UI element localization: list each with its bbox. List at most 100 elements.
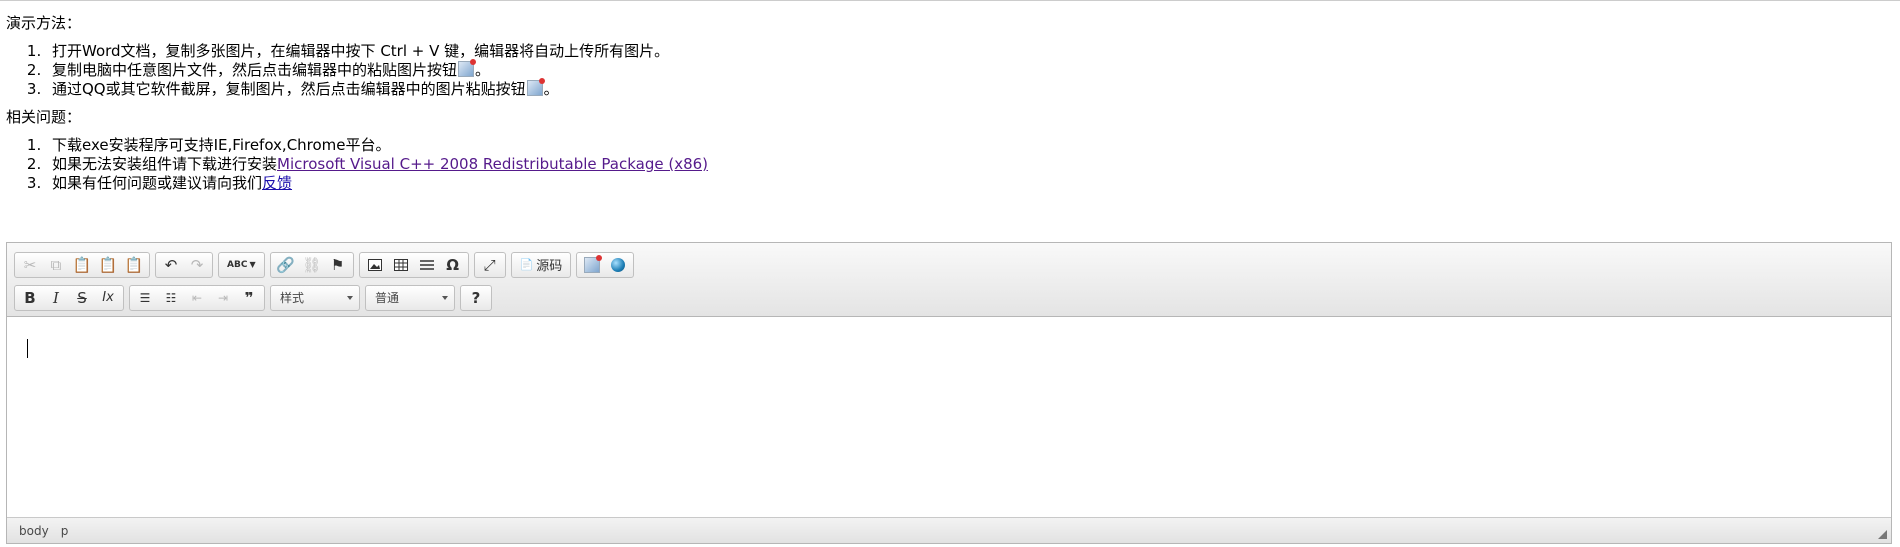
paste-image-icon bbox=[584, 254, 603, 273]
link-button[interactable]: 🔗 bbox=[273, 254, 299, 276]
anchor-button[interactable]: ⚑ bbox=[325, 254, 351, 276]
chevron-down-icon bbox=[347, 295, 353, 300]
faq-item-3: 如果有任何问题或建议请向我们反馈 bbox=[46, 174, 1886, 193]
chevron-down-icon: ▼ bbox=[249, 260, 256, 269]
copy-icon: ⧉ bbox=[50, 255, 62, 274]
undo-icon: ↶ bbox=[164, 255, 178, 274]
spellcheck-group: ABC ▼ bbox=[218, 251, 265, 278]
top-divider bbox=[0, 0, 1900, 1]
link-icon: 🔗 bbox=[276, 255, 295, 274]
demo-item-3: 通过QQ或其它软件截屏，复制图片，然后点击编辑器中的图片粘贴按钮。 bbox=[46, 78, 1886, 99]
help-icon: ? bbox=[471, 288, 481, 307]
italic-button[interactable]: I bbox=[43, 287, 69, 309]
style-combo-label: 样式 bbox=[280, 291, 305, 305]
rich-text-editor: ✂ ⧉ 📋 📋 📋 ↶ ↷ ABC ▼ 🔗 ⛓ ⚑ Ω ⤢ 📄 源码 B I S… bbox=[6, 242, 1892, 544]
insert-group: Ω bbox=[358, 251, 469, 278]
feedback-link[interactable]: 反馈 bbox=[262, 174, 292, 192]
undo-group: ↶ ↷ bbox=[155, 251, 213, 278]
source-label: 源码 bbox=[536, 259, 563, 274]
faq-item-1: 下载exe安装程序可支持IE,Firefox,Chrome平台。 bbox=[46, 136, 1886, 155]
paste-icon: 📋 bbox=[72, 255, 92, 274]
maximize-group: ⤢ bbox=[473, 251, 506, 278]
globe-button[interactable] bbox=[605, 254, 631, 276]
editor-toolbar: ✂ ⧉ 📋 📋 📋 ↶ ↷ ABC ▼ 🔗 ⛓ ⚑ Ω ⤢ 📄 源码 B I S… bbox=[7, 243, 1891, 317]
strike-icon: S bbox=[77, 288, 87, 307]
style-combo[interactable]: 样式 bbox=[270, 284, 360, 311]
path-body[interactable]: body bbox=[19, 524, 49, 538]
source-icon: 📄 bbox=[519, 258, 534, 271]
format-combo-label: 普通 bbox=[375, 291, 400, 305]
clipboard-group: ✂ ⧉ 📋 📋 📋 bbox=[14, 251, 150, 278]
path-p[interactable]: p bbox=[61, 524, 69, 538]
numbered-list-icon: ☰ bbox=[139, 290, 151, 305]
faq-heading: 相关问题： bbox=[6, 108, 82, 126]
demo-list: 打开Word文档，复制多张图片，在编辑器中按下 Ctrl + V 键，编辑器将自… bbox=[6, 42, 1886, 99]
cut-button[interactable]: ✂ bbox=[17, 254, 43, 276]
image-icon bbox=[367, 258, 382, 271]
indent-button[interactable]: ⇥ bbox=[210, 287, 236, 309]
bold-icon: B bbox=[24, 288, 36, 307]
image-paste-button-icon bbox=[526, 78, 545, 96]
chevron-down-icon bbox=[442, 295, 448, 300]
list-group: ☰ ☷ ⇤ ⇥ ❞ bbox=[129, 284, 265, 311]
outdent-button[interactable]: ⇤ bbox=[184, 287, 210, 309]
special-char-icon: Ω bbox=[446, 255, 459, 274]
faq-item-2: 如果无法安装组件请下载进行安装Microsoft Visual C++ 2008… bbox=[46, 155, 1886, 174]
demo-item-1: 打开Word文档，复制多张图片，在编辑器中按下 Ctrl + V 键，编辑器将自… bbox=[46, 42, 1886, 61]
link-group: 🔗 ⛓ ⚑ bbox=[269, 251, 354, 278]
basic-style-group: B I S Ix bbox=[14, 284, 124, 311]
format-combo[interactable]: 普通 bbox=[365, 284, 455, 311]
help-group: ? bbox=[460, 284, 492, 311]
paste-image-button-icon bbox=[458, 59, 477, 77]
source-button[interactable]: 📄 源码 bbox=[514, 254, 569, 276]
demo-item-2: 复制电脑中任意图片文件，然后点击编辑器中的粘贴图片按钮。 bbox=[46, 59, 1886, 80]
toolbar-row-1: ✂ ⧉ 📋 📋 📋 ↶ ↷ ABC ▼ 🔗 ⛓ ⚑ Ω ⤢ 📄 源码 bbox=[14, 248, 1884, 281]
toolbar-row-2: B I S Ix ☰ ☷ ⇤ ⇥ ❞ 样式 普通 ? bbox=[14, 281, 1884, 314]
paste-word-icon: 📋 bbox=[124, 255, 144, 274]
bulleted-list-icon: ☷ bbox=[165, 290, 177, 305]
plugin-group bbox=[576, 251, 635, 278]
text-cursor bbox=[27, 339, 28, 358]
bold-button[interactable]: B bbox=[17, 287, 43, 309]
undo-button[interactable]: ↶ bbox=[158, 254, 184, 276]
spellcheck-icon: ABC bbox=[227, 259, 248, 270]
bulleted-list-button[interactable]: ☷ bbox=[158, 287, 184, 309]
remove-format-icon: Ix bbox=[102, 290, 114, 305]
anchor-icon: ⚑ bbox=[330, 255, 345, 274]
strike-button[interactable]: S bbox=[69, 287, 95, 309]
spellcheck-button[interactable]: ABC ▼ bbox=[221, 254, 262, 276]
editor-content-area[interactable] bbox=[7, 317, 1891, 517]
special-char-button[interactable]: Ω bbox=[440, 254, 466, 276]
remove-format-button[interactable]: Ix bbox=[95, 287, 121, 309]
horizontal-rule-icon bbox=[419, 259, 434, 270]
blockquote-icon: ❞ bbox=[244, 288, 254, 307]
paste-text-button[interactable]: 📋 bbox=[95, 254, 121, 276]
redo-icon: ↷ bbox=[190, 255, 204, 274]
element-path-bar: body p bbox=[7, 517, 1891, 543]
image-button[interactable] bbox=[362, 254, 388, 276]
table-icon bbox=[393, 258, 408, 271]
maximize-icon: ⤢ bbox=[483, 255, 496, 274]
demo-heading: 演示方法： bbox=[6, 14, 82, 32]
paste-text-icon: 📋 bbox=[98, 255, 118, 274]
indent-icon: ⇥ bbox=[217, 290, 229, 305]
horizontal-rule-button[interactable] bbox=[414, 254, 440, 276]
instructions-section: 演示方法： 打开Word文档，复制多张图片，在编辑器中按下 Ctrl + V 键… bbox=[6, 14, 1886, 202]
resize-handle-icon[interactable] bbox=[1878, 530, 1887, 539]
paste-word-button[interactable]: 📋 bbox=[121, 254, 147, 276]
cut-icon: ✂ bbox=[23, 255, 37, 274]
table-button[interactable] bbox=[388, 254, 414, 276]
numbered-list-button[interactable]: ☰ bbox=[132, 287, 158, 309]
vc-redist-link[interactable]: Microsoft Visual C++ 2008 Redistributabl… bbox=[277, 155, 708, 173]
help-button[interactable]: ? bbox=[463, 287, 489, 309]
paste-image-button[interactable] bbox=[579, 254, 605, 276]
faq-list: 下载exe安装程序可支持IE,Firefox,Chrome平台。 如果无法安装组… bbox=[6, 136, 1886, 193]
redo-button[interactable]: ↷ bbox=[184, 254, 210, 276]
italic-icon: I bbox=[53, 288, 59, 307]
blockquote-button[interactable]: ❞ bbox=[236, 287, 262, 309]
maximize-button[interactable]: ⤢ bbox=[477, 254, 503, 276]
unlink-button[interactable]: ⛓ bbox=[299, 254, 325, 276]
paste-button[interactable]: 📋 bbox=[69, 254, 95, 276]
copy-button[interactable]: ⧉ bbox=[43, 254, 69, 276]
outdent-icon: ⇤ bbox=[191, 290, 203, 305]
